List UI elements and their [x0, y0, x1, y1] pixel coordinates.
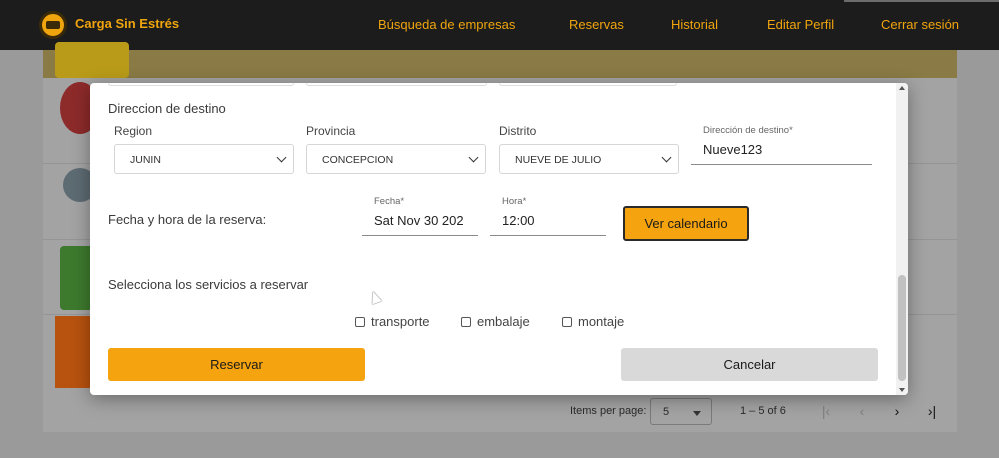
cutoff-field: [306, 83, 487, 86]
nav-historial[interactable]: Historial: [671, 17, 718, 32]
page-range: 1 – 5 of 6: [740, 405, 786, 417]
destination-section-title: Direccion de destino: [108, 101, 226, 116]
fecha-label: Fecha*: [374, 196, 405, 207]
hora-field[interactable]: Hora* 12:00: [490, 196, 606, 236]
service-checkbox-montaje[interactable]: montaje: [562, 314, 624, 329]
company-list-header: [43, 50, 957, 78]
chevron-down-icon: [468, 152, 479, 163]
prev-page-icon[interactable]: ‹: [853, 402, 871, 420]
fecha-field[interactable]: Fecha* Sat Nov 30 202: [362, 196, 478, 236]
scrollbar-thumb[interactable]: [898, 275, 906, 381]
direccion-destino-value: Nueve123: [703, 142, 763, 157]
reservar-button[interactable]: Reservar: [108, 348, 365, 381]
hora-label: Hora*: [502, 196, 527, 207]
provincia-label: Provincia: [306, 124, 356, 138]
dialog-scrollbar[interactable]: [896, 83, 908, 395]
checkbox-icon[interactable]: [562, 316, 572, 327]
provincia-select[interactable]: CONCEPCION: [306, 144, 486, 174]
caret-down-icon: [693, 411, 701, 416]
brand-logo-icon[interactable]: [39, 11, 67, 39]
checkbox-icon[interactable]: [461, 316, 471, 327]
provincia-value: CONCEPCION: [322, 154, 394, 166]
direccion-destino-label: Dirección de destino*: [703, 125, 793, 136]
service-label: embalaje: [477, 314, 530, 329]
region-value: JUNIN: [130, 154, 161, 166]
nav-editar-perfil[interactable]: Editar Perfil: [767, 17, 834, 32]
chevron-down-icon: [276, 152, 287, 163]
reservation-dialog: Direccion de destino Region JUNIN Provin…: [90, 83, 908, 395]
distrito-select[interactable]: NUEVE DE JULIO: [499, 144, 679, 174]
last-page-icon[interactable]: ›|: [923, 402, 941, 420]
cutoff-field: [499, 83, 677, 86]
nav-cerrar-sesion[interactable]: Cerrar sesión: [881, 17, 959, 32]
company-logo-thumbnail: [55, 316, 95, 388]
mouse-cursor-icon: [368, 289, 382, 305]
scroll-up-arrow-icon[interactable]: [899, 86, 905, 90]
first-page-icon[interactable]: |‹: [817, 402, 835, 420]
paginator: Items per page: 5 1 – 5 of 6 |‹ ‹ › ›|: [570, 398, 960, 425]
hora-value: 12:00: [502, 213, 535, 228]
region-select[interactable]: JUNIN: [114, 144, 294, 174]
fecha-value: Sat Nov 30 202: [374, 213, 464, 228]
service-checkbox-transporte[interactable]: transporte: [355, 314, 430, 329]
nav-reservas[interactable]: Reservas: [569, 17, 624, 32]
nav-busqueda-empresas[interactable]: Búsqueda de empresas: [378, 17, 515, 32]
chevron-down-icon: [661, 152, 672, 163]
checkbox-icon[interactable]: [355, 316, 365, 327]
scroll-down-arrow-icon[interactable]: [899, 388, 905, 392]
direccion-destino-field[interactable]: Dirección de destino* Nueve123: [691, 125, 872, 165]
next-page-icon[interactable]: ›: [888, 402, 906, 420]
cancelar-button[interactable]: Cancelar: [621, 348, 878, 381]
service-label: montaje: [578, 314, 625, 329]
service-checkbox-embalaje[interactable]: embalaje: [461, 314, 530, 329]
window-strip: [844, 0, 999, 2]
services-section-title: Selecciona los servicios a reservar: [108, 277, 309, 292]
items-per-page-select[interactable]: 5: [650, 398, 712, 425]
items-per-page-label: Items per page:: [570, 405, 647, 417]
ver-calendario-button[interactable]: Ver calendario: [623, 206, 749, 241]
service-label: transporte: [371, 314, 430, 329]
brand-name[interactable]: Carga Sin Estrés: [75, 16, 179, 31]
items-per-page-value: 5: [663, 406, 670, 418]
distrito-label: Distrito: [499, 124, 537, 138]
company-logo-thumbnail: [55, 42, 129, 78]
region-label: Region: [114, 124, 153, 138]
cutoff-field: [108, 83, 294, 86]
top-navbar: Carga Sin Estrés Búsqueda de empresas Re…: [0, 0, 999, 50]
datetime-section-title: Fecha y hora de la reserva:: [108, 212, 267, 227]
distrito-value: NUEVE DE JULIO: [515, 154, 602, 166]
